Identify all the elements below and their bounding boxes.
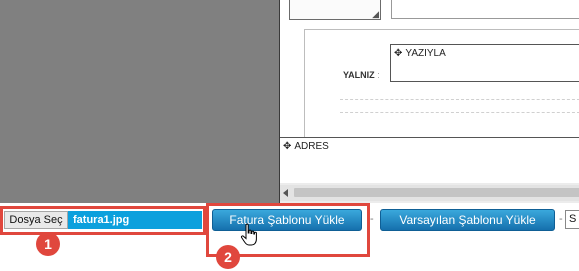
dotted-line bbox=[340, 99, 579, 100]
yalniz-colon: : bbox=[377, 70, 380, 80]
yaziyla-label: YAZIYLA bbox=[405, 48, 446, 59]
load-default-template-button[interactable]: Varsayılan Şablonu Yükle bbox=[380, 209, 555, 231]
resize-grip-icon[interactable]: ◢ bbox=[372, 10, 379, 19]
step-badge-2: 2 bbox=[216, 245, 240, 269]
dotted-line bbox=[340, 112, 579, 113]
document-page: ◢ ✥ YAZIYLA YALNIZ : ✥ ADRES bbox=[280, 0, 579, 183]
hand-cursor-icon bbox=[240, 223, 257, 246]
document-preview: ◢ ✥ YAZIYLA YALNIZ : ✥ ADRES bbox=[279, 0, 579, 203]
horizontal-scrollbar[interactable] bbox=[280, 185, 579, 201]
divider bbox=[391, 0, 392, 18]
adres-field[interactable]: ✥ ADRES bbox=[280, 137, 579, 183]
divider bbox=[304, 29, 579, 30]
left-gray-panel bbox=[0, 0, 279, 203]
yaziyla-field[interactable]: ✥ YAZIYLA bbox=[390, 44, 579, 82]
highlight-step-1 bbox=[0, 206, 206, 235]
top-textarea[interactable]: ◢ bbox=[289, 0, 381, 20]
clipped-input[interactable]: S bbox=[565, 210, 579, 229]
yalniz-label: YALNIZ bbox=[343, 70, 375, 80]
separator: - bbox=[559, 213, 563, 225]
adres-label: ADRES bbox=[294, 141, 329, 152]
move-icon[interactable]: ✥ bbox=[394, 48, 402, 59]
divider bbox=[391, 18, 579, 19]
scroll-left-arrow-icon[interactable] bbox=[283, 189, 288, 197]
divider bbox=[304, 29, 305, 139]
scroll-thumb[interactable] bbox=[294, 188, 579, 197]
separator: - bbox=[370, 213, 374, 225]
move-icon[interactable]: ✥ bbox=[283, 141, 291, 152]
yalniz-text: YALNIZ : bbox=[343, 70, 380, 80]
step-badge-1: 1 bbox=[36, 232, 60, 256]
